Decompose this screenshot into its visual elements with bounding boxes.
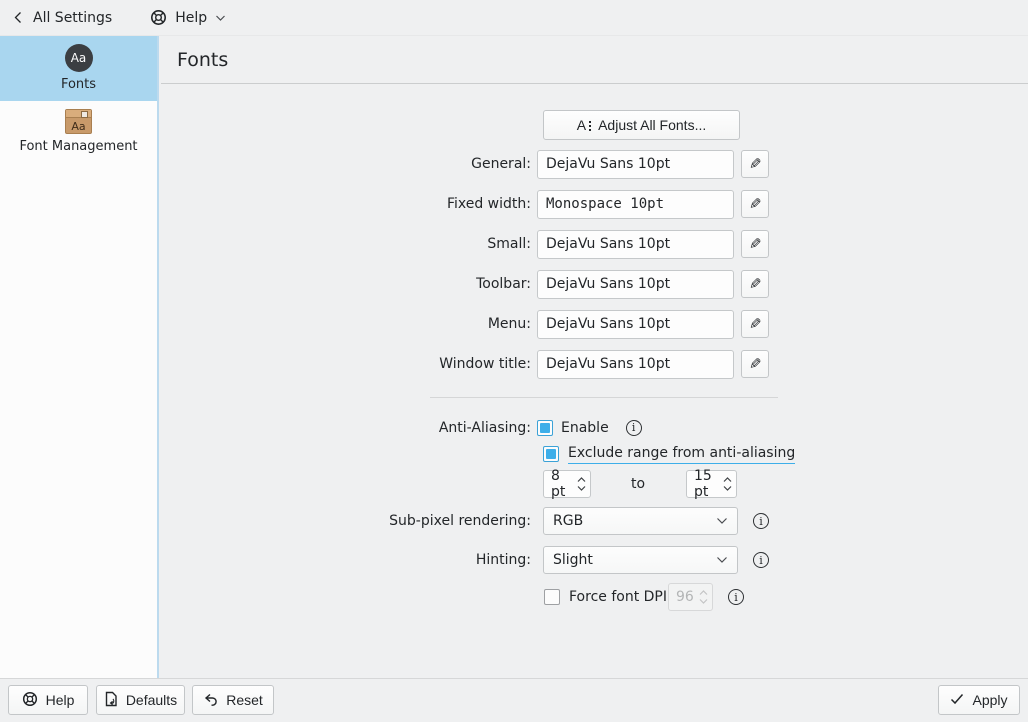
pencil-icon: ✎: [749, 315, 762, 333]
undo-icon: [203, 692, 218, 709]
force-dpi-checkbox[interactable]: [544, 589, 560, 605]
checkmark-icon: [950, 692, 964, 708]
reset-button-label: Reset: [226, 692, 263, 708]
form-separator: [430, 397, 778, 398]
page-header: Fonts: [161, 36, 1028, 84]
subpixel-row: Sub-pixel rendering:: [159, 507, 537, 535]
chevron-left-icon: [12, 11, 25, 24]
font-row-label: Fixed width:: [159, 196, 537, 212]
edit-toolbar-font-button[interactable]: ✎: [741, 270, 769, 298]
all-settings-label: All Settings: [33, 10, 112, 26]
spin-arrows[interactable]: [719, 477, 736, 491]
menu-font-field[interactable]: DejaVu Sans 10pt: [537, 310, 734, 339]
force-dpi-label: Force font DPI:: [569, 589, 672, 605]
font-management-icon: Aa: [65, 109, 92, 134]
help-button[interactable]: Help: [8, 685, 88, 715]
help-menu-button[interactable]: Help: [142, 3, 234, 33]
force-dpi-value: 96: [676, 589, 694, 605]
document-revert-icon: [104, 691, 118, 710]
help-icon: [150, 9, 167, 26]
force-dpi-row: Force font DPI:: [544, 583, 672, 611]
font-row-general: General: DejaVu Sans 10pt ✎: [159, 149, 769, 179]
font-row-menu: Menu: DejaVu Sans 10pt ✎: [159, 309, 769, 339]
defaults-button[interactable]: Defaults: [96, 685, 185, 715]
sidebar-item-label: Fonts: [61, 77, 96, 92]
font-row-label: Window title:: [159, 356, 537, 372]
apply-button[interactable]: Apply: [938, 685, 1020, 715]
subpixel-info-icon[interactable]: i: [753, 513, 769, 529]
edit-general-font-button[interactable]: ✎: [741, 150, 769, 178]
top-toolbar: All Settings Help: [0, 0, 1028, 36]
sidebar: Aa Fonts Aa Font Management: [0, 36, 159, 678]
font-row-label: Small:: [159, 236, 537, 252]
spin-arrows[interactable]: [573, 477, 590, 491]
font-row-label: Menu:: [159, 316, 537, 332]
exclude-from-spinbox[interactable]: 8 pt: [543, 470, 591, 498]
enable-antialiasing-label: Enable: [561, 420, 609, 436]
help-button-label: Help: [46, 692, 75, 708]
fonts-icon: Aa: [65, 44, 93, 72]
edit-fixed-width-font-button[interactable]: ✎: [741, 190, 769, 218]
exclude-range-label: Exclude range from anti-aliasing: [568, 445, 795, 464]
font-row-label: General:: [159, 156, 537, 172]
font-row-window-title: Window title: DejaVu Sans 10pt ✎: [159, 349, 769, 379]
spin-arrows: [695, 590, 712, 604]
adjust-all-fonts-button[interactable]: A Adjust All Fonts...: [543, 110, 740, 140]
pencil-icon: ✎: [749, 355, 762, 373]
force-dpi-spinbox: 96: [668, 583, 713, 611]
chevron-down-icon: [215, 14, 226, 22]
hinting-row: Hinting:: [159, 546, 537, 574]
pencil-icon: ✎: [749, 275, 762, 293]
sidebar-item-fonts[interactable]: Aa Fonts: [0, 36, 157, 101]
small-font-field[interactable]: DejaVu Sans 10pt: [537, 230, 734, 259]
fixed-width-font-field[interactable]: Monospace 10pt: [537, 190, 734, 219]
exclude-range-row: Exclude range from anti-aliasing: [543, 445, 795, 463]
adjust-fonts-icon: A: [577, 117, 586, 133]
enable-antialiasing-checkbox[interactable]: [537, 420, 553, 436]
force-dpi-info-icon[interactable]: i: [728, 589, 744, 605]
pencil-icon: ✎: [749, 235, 762, 253]
hinting-info-icon[interactable]: i: [753, 552, 769, 568]
exclude-to-value: 15 pt: [694, 468, 719, 500]
font-row-label: Toolbar:: [159, 276, 537, 292]
hinting-label: Hinting:: [159, 552, 537, 568]
antialiasing-label: Anti-Aliasing:: [159, 420, 537, 436]
font-row-fixed-width: Fixed width: Monospace 10pt ✎: [159, 189, 769, 219]
edit-menu-font-button[interactable]: ✎: [741, 310, 769, 338]
font-row-small: Small: DejaVu Sans 10pt ✎: [159, 229, 769, 259]
help-icon: [22, 691, 38, 710]
antialiasing-enable-row: Anti-Aliasing: Enable i: [159, 419, 642, 436]
pencil-icon: ✎: [749, 155, 762, 173]
antialiasing-info-icon[interactable]: i: [626, 420, 642, 436]
subpixel-value: RGB: [553, 513, 583, 529]
help-label: Help: [175, 10, 207, 26]
exclude-to-spinbox[interactable]: 15 pt: [686, 470, 737, 498]
toolbar-font-field[interactable]: DejaVu Sans 10pt: [537, 270, 734, 299]
defaults-button-label: Defaults: [126, 692, 177, 708]
all-settings-button[interactable]: All Settings: [4, 3, 120, 33]
sidebar-item-font-management[interactable]: Aa Font Management: [0, 101, 157, 163]
font-row-toolbar: Toolbar: DejaVu Sans 10pt ✎: [159, 269, 769, 299]
subpixel-dropdown[interactable]: RGB: [543, 507, 738, 535]
sidebar-item-label: Font Management: [19, 139, 137, 154]
adjust-all-fonts-label: Adjust All Fonts...: [598, 117, 706, 133]
subpixel-label: Sub-pixel rendering:: [159, 513, 537, 529]
edit-window-title-font-button[interactable]: ✎: [741, 350, 769, 378]
hinting-dropdown[interactable]: Slight: [543, 546, 738, 574]
chevron-down-icon: [716, 556, 728, 564]
exclude-range-checkbox[interactable]: [543, 446, 559, 462]
chevron-down-icon: [716, 517, 728, 525]
window-title-font-field[interactable]: DejaVu Sans 10pt: [537, 350, 734, 379]
page-title: Fonts: [177, 49, 228, 71]
exclude-from-value: 8 pt: [551, 468, 573, 500]
edit-small-font-button[interactable]: ✎: [741, 230, 769, 258]
reset-button[interactable]: Reset: [192, 685, 274, 715]
hinting-value: Slight: [553, 552, 593, 568]
general-font-field[interactable]: DejaVu Sans 10pt: [537, 150, 734, 179]
apply-button-label: Apply: [972, 692, 1007, 708]
pencil-icon: ✎: [749, 195, 762, 213]
range-to-label: to: [622, 470, 654, 498]
